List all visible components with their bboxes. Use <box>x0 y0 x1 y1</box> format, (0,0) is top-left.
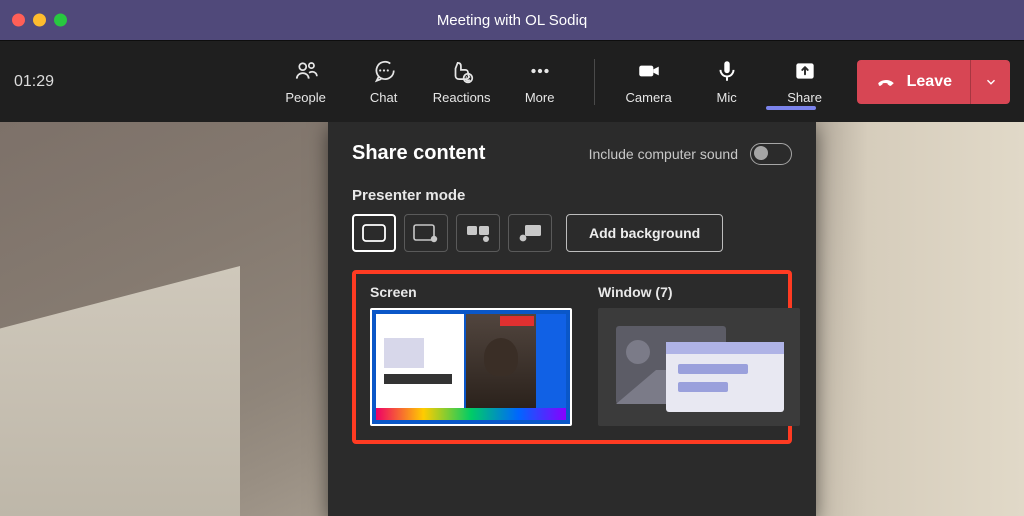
camera-label: Camera <box>626 90 672 105</box>
people-icon <box>293 58 319 84</box>
presenter-mode-content-only[interactable] <box>352 214 396 252</box>
meeting-toolbar: 01:29 People Chat Reactions More Came <box>0 40 1024 122</box>
chat-icon <box>371 58 397 84</box>
leave-label: Leave <box>907 73 952 91</box>
share-label: Share <box>787 90 822 105</box>
presenter-mode-label: Presenter mode <box>352 187 792 204</box>
fullscreen-window-icon[interactable] <box>54 14 67 27</box>
chat-label: Chat <box>370 90 397 105</box>
reactions-button[interactable]: Reactions <box>432 52 492 112</box>
share-content-panel: Share content Include computer sound Pre… <box>328 122 816 516</box>
share-screen-label: Screen <box>370 284 572 300</box>
leave-button[interactable]: Leave <box>857 60 970 104</box>
mic-button[interactable]: Mic <box>697 52 757 112</box>
presenter-mode-standout[interactable] <box>404 214 448 252</box>
presenter-mode-row: Add background <box>352 214 792 252</box>
toolbar-divider <box>594 59 595 105</box>
share-active-indicator <box>766 106 816 110</box>
minimize-window-icon[interactable] <box>33 14 46 27</box>
camera-button[interactable]: Camera <box>619 52 679 112</box>
toolbar-actions: People Chat Reactions More Camera Mi <box>276 52 835 112</box>
meeting-window: Meeting with OL Sodiq 01:29 People Chat … <box>0 0 1024 516</box>
mic-label: Mic <box>717 90 737 105</box>
share-panel-title: Share content <box>352 142 485 165</box>
leave-dropdown[interactable] <box>970 60 1010 104</box>
include-sound-label: Include computer sound <box>589 146 738 162</box>
share-window-label: Window (7) <box>598 284 800 300</box>
include-sound-toggle[interactable] <box>750 143 792 165</box>
more-icon <box>527 58 553 84</box>
people-button[interactable]: People <box>276 52 336 112</box>
titlebar: Meeting with OL Sodiq <box>0 0 1024 40</box>
share-window-section: Window (7) <box>598 284 800 426</box>
reactions-icon <box>449 58 475 84</box>
chat-button[interactable]: Chat <box>354 52 414 112</box>
share-screen-section: Screen <box>370 284 572 426</box>
close-window-icon[interactable] <box>12 14 25 27</box>
window-controls <box>12 14 67 27</box>
mic-icon <box>714 58 740 84</box>
presenter-mode-side-by-side[interactable] <box>456 214 500 252</box>
add-background-button[interactable]: Add background <box>566 214 723 252</box>
video-stage: Share content Include computer sound Pre… <box>0 122 1024 516</box>
leave-group: Leave <box>857 60 1010 104</box>
chevron-down-icon <box>984 75 998 89</box>
camera-icon <box>636 58 662 84</box>
reactions-label: Reactions <box>433 90 491 105</box>
presenter-mode-reporter[interactable] <box>508 214 552 252</box>
share-screen-thumbnail[interactable] <box>370 308 572 426</box>
share-button[interactable]: Share <box>775 52 835 112</box>
more-button[interactable]: More <box>510 52 570 112</box>
window-title: Meeting with OL Sodiq <box>437 12 587 29</box>
hangup-icon <box>875 71 897 93</box>
share-window-thumbnail[interactable] <box>598 308 800 426</box>
share-options-highlight: Screen Window (7) <box>352 270 792 444</box>
more-label: More <box>525 90 555 105</box>
share-icon <box>792 58 818 84</box>
call-timer: 01:29 <box>14 73 54 91</box>
people-label: People <box>285 90 325 105</box>
